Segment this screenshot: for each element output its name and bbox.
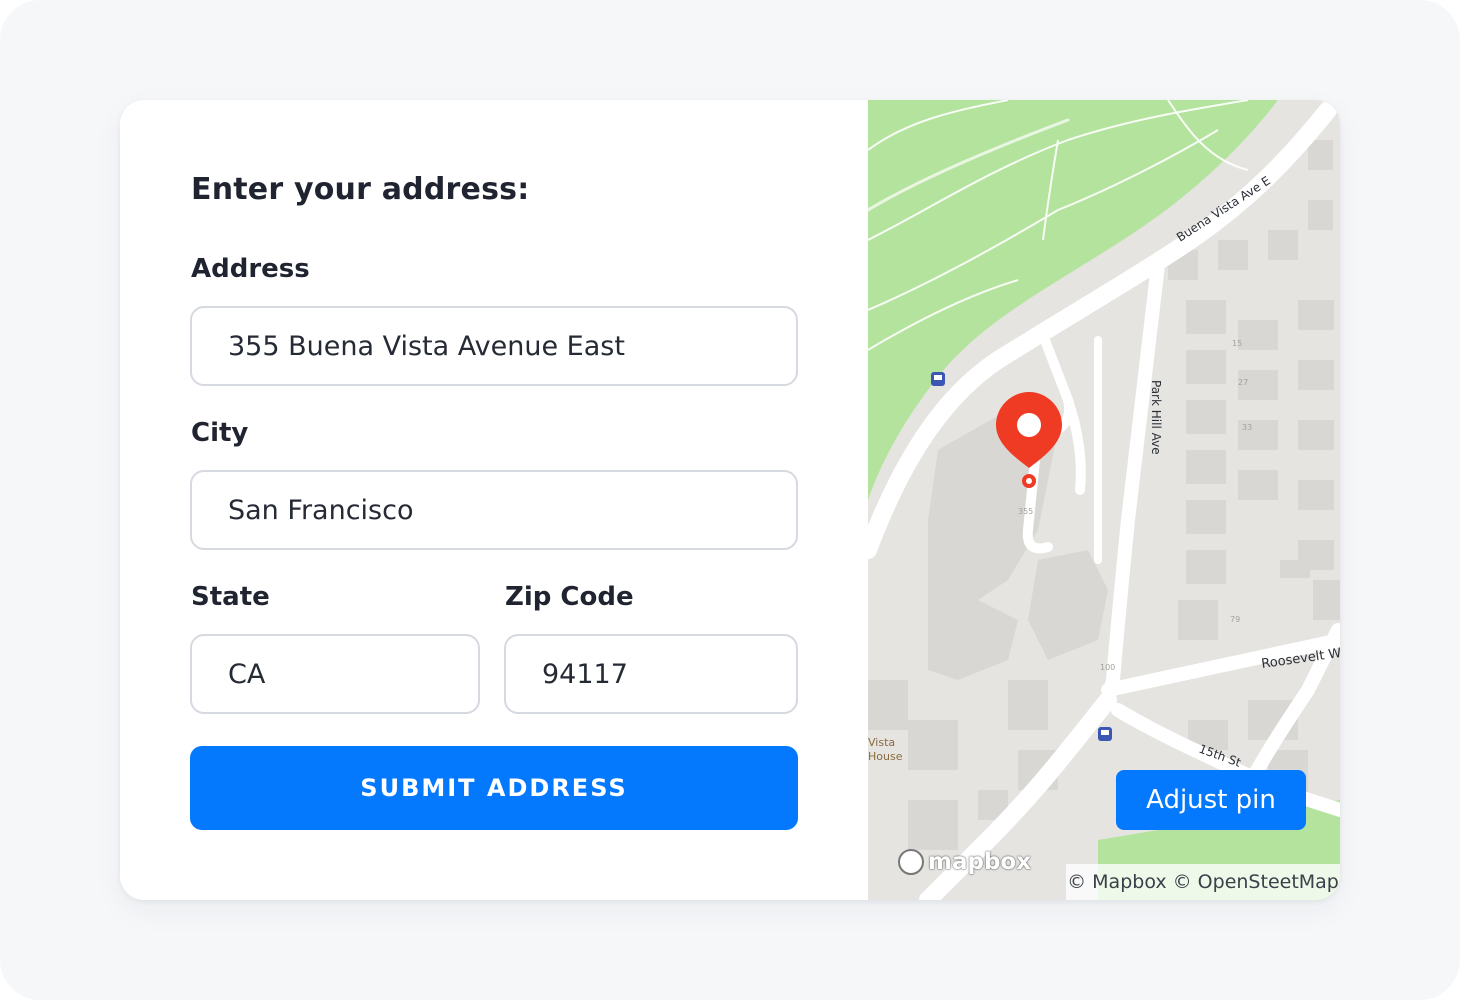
poi-label-house: House (868, 750, 903, 763)
building-number: 100 (1100, 663, 1115, 672)
city-input-value: San Francisco (228, 494, 414, 526)
building-number: 27 (1238, 378, 1248, 387)
adjust-pin-button[interactable]: Adjust pin (1116, 770, 1306, 830)
bus-stop-icon[interactable] (1098, 727, 1112, 741)
state-label: State (191, 582, 270, 612)
building-number: 15 (1232, 339, 1242, 348)
street-label-park-hill: Park Hill Ave (1149, 380, 1163, 455)
building-number: 79 (1230, 615, 1240, 624)
address-form: Enter your address: Address 355 Buena Vi… (120, 100, 868, 900)
address-input-value: 355 Buena Vista Avenue East (228, 330, 625, 362)
zip-label: Zip Code (505, 582, 634, 612)
mapbox-logo[interactable]: mapbox (898, 844, 1031, 880)
map-view[interactable]: Buena Vista Ave E Park Hill Ave Roosevel… (868, 100, 1340, 900)
state-input[interactable]: CA (190, 634, 480, 714)
form-title: Enter your address: (191, 172, 530, 207)
zip-input[interactable]: 94117 (504, 634, 798, 714)
map-attribution[interactable]: © Mapbox © OpenSteetMap (1066, 864, 1340, 900)
bus-stop-icon[interactable] (931, 372, 945, 386)
state-input-value: CA (228, 658, 266, 690)
building-number: 355 (1018, 507, 1033, 516)
poi-label-vista: Vista (868, 736, 895, 749)
address-label: Address (191, 254, 310, 284)
address-card: Enter your address: Address 355 Buena Vi… (120, 100, 1340, 900)
city-input[interactable]: San Francisco (190, 470, 798, 550)
mapbox-logo-icon (898, 849, 924, 875)
mapbox-logo-text: mapbox (928, 849, 1032, 875)
submit-address-button[interactable]: SUBMIT ADDRESS (190, 746, 798, 830)
city-label: City (191, 418, 249, 448)
building-number: 33 (1242, 423, 1252, 432)
zip-input-value: 94117 (542, 658, 628, 690)
address-input[interactable]: 355 Buena Vista Avenue East (190, 306, 798, 386)
